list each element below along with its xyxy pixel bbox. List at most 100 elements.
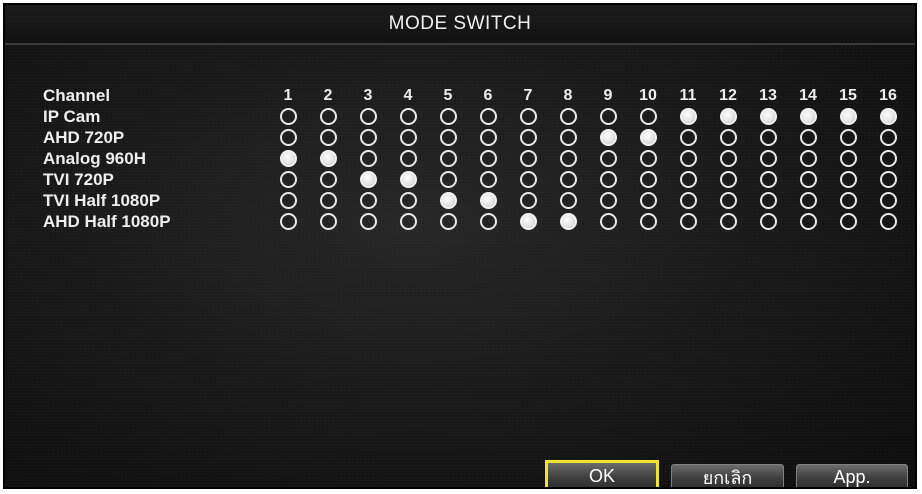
radio-button[interactable] xyxy=(279,108,297,125)
radio-button[interactable] xyxy=(279,171,297,188)
radio-button[interactable] xyxy=(599,192,617,209)
radio-button[interactable] xyxy=(319,213,337,230)
radio-button[interactable] xyxy=(639,213,657,230)
radio-button[interactable] xyxy=(319,129,337,146)
radio-button[interactable] xyxy=(319,171,337,188)
radio-button[interactable] xyxy=(799,171,817,188)
radio-button[interactable] xyxy=(759,213,777,230)
radio-button[interactable] xyxy=(719,171,737,188)
radio-button-selected[interactable] xyxy=(559,213,577,230)
radio-button[interactable] xyxy=(359,108,377,125)
radio-button[interactable] xyxy=(799,213,817,230)
radio-button[interactable] xyxy=(399,129,417,146)
radio-button-selected[interactable] xyxy=(439,192,457,209)
radio-button[interactable] xyxy=(679,171,697,188)
radio-button[interactable] xyxy=(359,129,377,146)
radio-button-selected[interactable] xyxy=(519,213,537,230)
radio-button[interactable] xyxy=(359,150,377,167)
radio-button[interactable] xyxy=(679,129,697,146)
radio-button[interactable] xyxy=(319,108,337,125)
radio-button[interactable] xyxy=(519,108,537,125)
radio-button[interactable] xyxy=(839,150,857,167)
radio-button[interactable] xyxy=(679,192,697,209)
radio-button[interactable] xyxy=(639,192,657,209)
radio-button-selected[interactable] xyxy=(679,108,697,125)
apply-button[interactable]: App. xyxy=(796,464,908,487)
radio-button-selected[interactable] xyxy=(359,171,377,188)
radio-button[interactable] xyxy=(719,129,737,146)
radio-button[interactable] xyxy=(399,213,417,230)
radio-button[interactable] xyxy=(679,150,697,167)
radio-button[interactable] xyxy=(839,171,857,188)
cancel-button[interactable]: ยกเลิก xyxy=(671,464,784,487)
radio-button[interactable] xyxy=(279,213,297,230)
radio-button[interactable] xyxy=(639,171,657,188)
radio-button[interactable] xyxy=(879,129,897,146)
radio-button-selected[interactable] xyxy=(599,129,617,146)
radio-button[interactable] xyxy=(759,192,777,209)
radio-button[interactable] xyxy=(759,171,777,188)
radio-button[interactable] xyxy=(279,129,297,146)
radio-button[interactable] xyxy=(519,129,537,146)
radio-button[interactable] xyxy=(599,171,617,188)
radio-button-selected[interactable] xyxy=(799,108,817,125)
radio-button[interactable] xyxy=(519,171,537,188)
radio-button[interactable] xyxy=(599,150,617,167)
radio-button[interactable] xyxy=(359,213,377,230)
radio-button[interactable] xyxy=(799,192,817,209)
radio-button[interactable] xyxy=(519,150,537,167)
radio-button[interactable] xyxy=(559,171,577,188)
radio-button[interactable] xyxy=(879,171,897,188)
radio-button[interactable] xyxy=(799,129,817,146)
radio-button[interactable] xyxy=(519,192,537,209)
radio-button-selected[interactable] xyxy=(839,108,857,125)
radio-button[interactable] xyxy=(639,108,657,125)
radio-button[interactable] xyxy=(559,129,577,146)
radio-button[interactable] xyxy=(559,150,577,167)
radio-button[interactable] xyxy=(719,150,737,167)
radio-button[interactable] xyxy=(479,213,497,230)
radio-button[interactable] xyxy=(599,213,617,230)
radio-button[interactable] xyxy=(719,213,737,230)
radio-button[interactable] xyxy=(359,192,377,209)
radio-button[interactable] xyxy=(599,108,617,125)
radio-button[interactable] xyxy=(399,108,417,125)
radio-button[interactable] xyxy=(879,213,897,230)
radio-button[interactable] xyxy=(439,150,457,167)
radio-button[interactable] xyxy=(399,192,417,209)
radio-button[interactable] xyxy=(439,171,457,188)
radio-button[interactable] xyxy=(759,150,777,167)
radio-button[interactable] xyxy=(319,192,337,209)
radio-button-selected[interactable] xyxy=(639,129,657,146)
radio-button[interactable] xyxy=(439,108,457,125)
radio-button[interactable] xyxy=(879,150,897,167)
radio-button-selected[interactable] xyxy=(759,108,777,125)
radio-button[interactable] xyxy=(279,192,297,209)
radio-button-selected[interactable] xyxy=(319,150,337,167)
radio-button[interactable] xyxy=(759,129,777,146)
radio-button[interactable] xyxy=(479,150,497,167)
radio-button[interactable] xyxy=(839,192,857,209)
radio-button-selected[interactable] xyxy=(479,192,497,209)
radio-button[interactable] xyxy=(839,213,857,230)
radio-button-selected[interactable] xyxy=(399,171,417,188)
radio-button[interactable] xyxy=(719,192,737,209)
radio-button[interactable] xyxy=(799,150,817,167)
radio-button-selected[interactable] xyxy=(279,150,297,167)
radio-button[interactable] xyxy=(679,213,697,230)
radio-button[interactable] xyxy=(639,150,657,167)
channel-header-label: Channel xyxy=(43,86,111,105)
radio-button[interactable] xyxy=(479,108,497,125)
radio-button[interactable] xyxy=(559,108,577,125)
radio-button-selected[interactable] xyxy=(719,108,737,125)
radio-button-selected[interactable] xyxy=(879,108,897,125)
radio-button[interactable] xyxy=(559,192,577,209)
radio-button[interactable] xyxy=(439,129,457,146)
radio-button[interactable] xyxy=(399,150,417,167)
radio-button[interactable] xyxy=(479,129,497,146)
radio-button[interactable] xyxy=(879,192,897,209)
radio-button[interactable] xyxy=(839,129,857,146)
ok-button[interactable]: OK xyxy=(545,460,659,487)
radio-button[interactable] xyxy=(439,213,457,230)
radio-button[interactable] xyxy=(479,171,497,188)
